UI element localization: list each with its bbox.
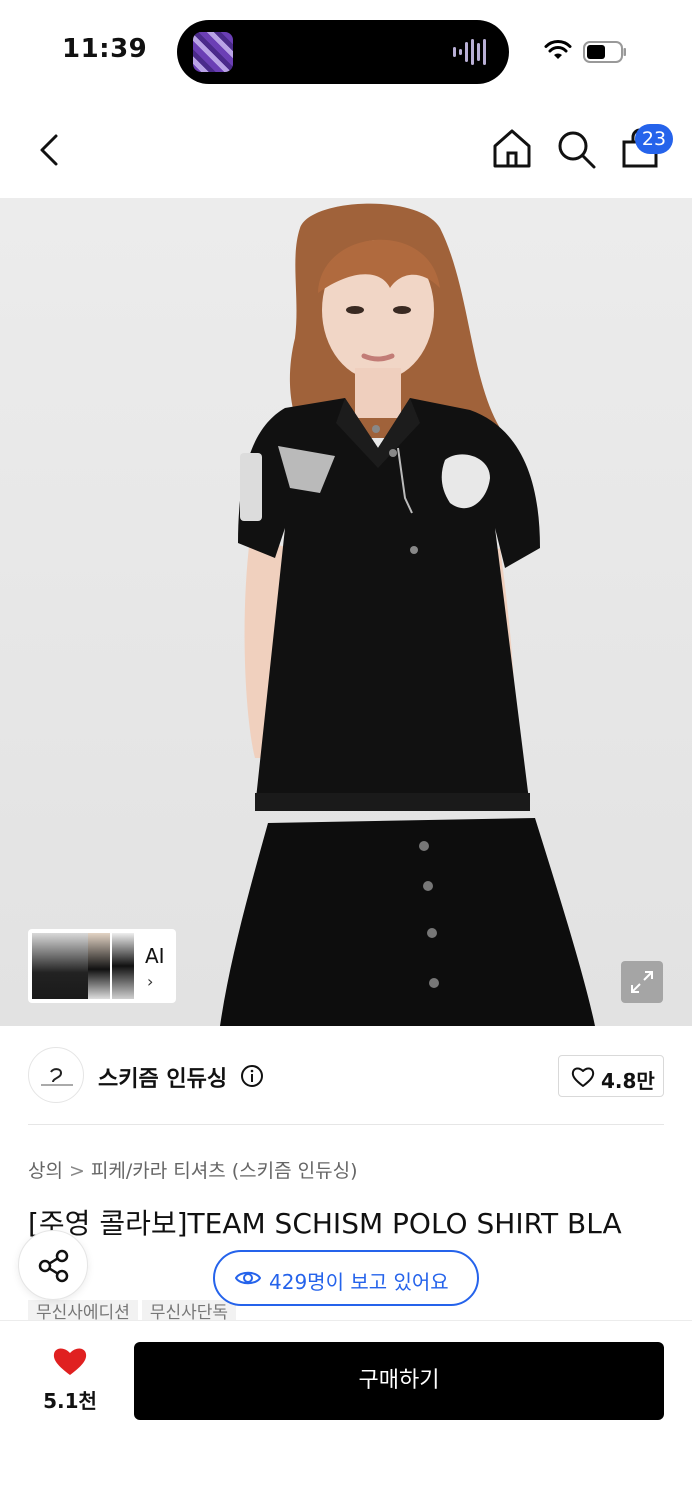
- expand-icon[interactable]: [621, 961, 663, 1003]
- wifi-icon: [544, 40, 572, 59]
- cart-count-badge: 23: [635, 124, 673, 154]
- ai-label[interactable]: AI: [145, 944, 165, 968]
- product-title: [주영 콜라보]TEAM SCHISM POLO SHIRT BLA: [28, 1207, 622, 1240]
- thumbnail-3: [112, 933, 134, 999]
- divider: [28, 1124, 664, 1125]
- battery-icon: [583, 41, 626, 63]
- audio-waveform-icon: [453, 38, 489, 66]
- search-icon[interactable]: [555, 128, 599, 172]
- share-button[interactable]: [18, 1230, 88, 1300]
- model-photo: [220, 203, 595, 1026]
- product-tags: 무신사에디션 무신사단독: [28, 1300, 240, 1320]
- breadcrumb: 상의 > 피케/카라 티셔츠 (스키즘 인듀싱): [28, 1156, 357, 1183]
- status-time: 11:39: [62, 34, 148, 64]
- wishlist-count: 5.1천: [43, 1389, 97, 1413]
- share-icon: [38, 1249, 69, 1283]
- tag: 무신사단독: [141, 1300, 237, 1320]
- breadcrumb-category[interactable]: 상의: [28, 1160, 63, 1182]
- brand-logo[interactable]: [28, 1047, 84, 1103]
- heart-outline-icon: [571, 1067, 595, 1087]
- live-viewers-text: 429명이 보고 있어요: [269, 1270, 449, 1294]
- product-image[interactable]: [0, 198, 692, 1026]
- live-viewers-pill: 429명이 보고 있어요: [213, 1250, 479, 1306]
- ai-chevron-icon[interactable]: ›: [147, 972, 153, 991]
- thumbnail-2: [88, 933, 110, 999]
- heart-filled-icon: [53, 1348, 87, 1375]
- thumbnail-1: [32, 933, 88, 999]
- dynamic-island[interactable]: [177, 20, 509, 84]
- back-icon[interactable]: [28, 128, 72, 172]
- brand-name[interactable]: 스키즘 인듀싱: [98, 1061, 227, 1093]
- status-bar: 11:39: [0, 0, 692, 100]
- breadcrumb-separator: >: [68, 1160, 85, 1182]
- brand-like-button[interactable]: 4.8만: [558, 1055, 664, 1097]
- wishlist-button[interactable]: 5.1천: [30, 1345, 110, 1415]
- eye-icon: [235, 1271, 261, 1285]
- bottom-action-bar: 5.1천 구매하기: [0, 1320, 692, 1500]
- home-icon[interactable]: [490, 126, 534, 170]
- tag: 무신사에디션: [28, 1300, 138, 1320]
- now-playing-artwork: [193, 32, 233, 72]
- info-icon[interactable]: [240, 1064, 264, 1088]
- top-nav-bar: [0, 110, 692, 190]
- buy-button[interactable]: 구매하기: [134, 1342, 664, 1420]
- breadcrumb-subcategory[interactable]: 피케/카라 티셔츠 (스키즘 인듀싱): [91, 1160, 358, 1182]
- brand-row: 스키즘 인듀싱 4.8만: [0, 1045, 692, 1105]
- brand-like-count: 4.8만: [601, 1069, 655, 1093]
